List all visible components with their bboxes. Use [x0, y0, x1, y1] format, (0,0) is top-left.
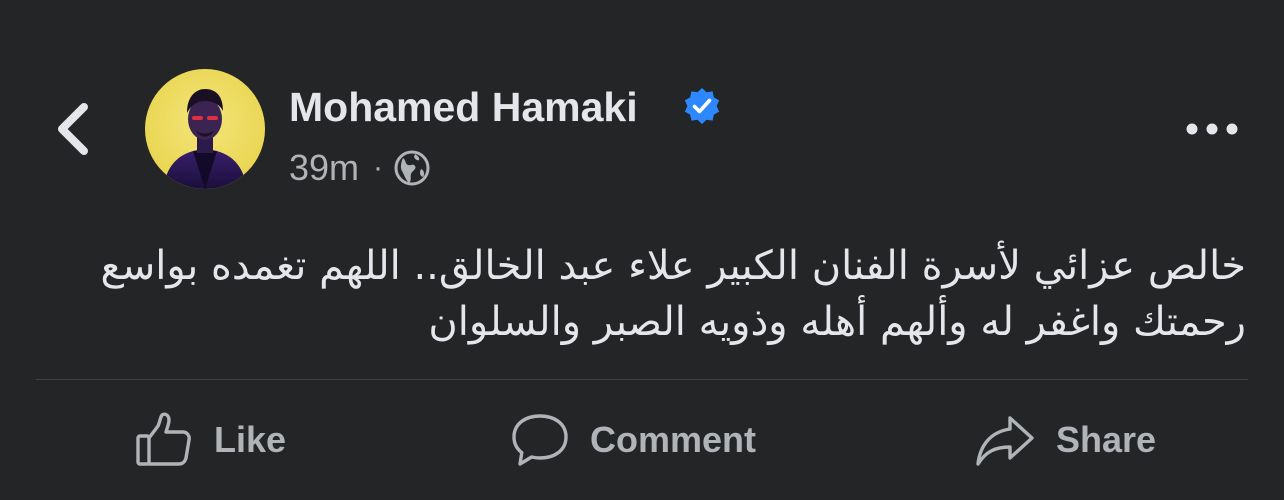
divider [36, 379, 1248, 380]
share-button[interactable]: Share [974, 404, 1156, 476]
more-options-button[interactable] [1180, 108, 1244, 150]
chevron-left-icon [58, 103, 88, 155]
avatar[interactable] [145, 69, 265, 189]
post-body-text: خالص عزائي لأسرة الفنان الكبير علاء عبد … [46, 238, 1247, 350]
comment-bubble-icon [512, 414, 568, 466]
post-meta: 39m · [289, 146, 431, 190]
share-label: Share [1056, 419, 1157, 460]
like-button[interactable]: Like [134, 404, 286, 476]
comment-label: Comment [590, 419, 757, 460]
author-name[interactable]: Mohamed Hamaki [289, 84, 638, 130]
thumbs-up-icon [136, 412, 191, 466]
post-text-line: خالص عزائي لأسرة الفنان الكبير علاء عبد … [100, 243, 1247, 289]
profile-photo [145, 69, 265, 189]
meta-separator: · [373, 151, 384, 184]
comment-button[interactable]: Comment [510, 404, 756, 476]
back-button[interactable] [44, 96, 104, 162]
verified-badge-icon [684, 88, 720, 124]
post-text-line: رحمتك واغفر له وألهم أهله وذويه الصبر وا… [428, 299, 1246, 345]
like-label: Like [214, 419, 287, 460]
post-screen: Mohamed Hamaki 39m · خالص عزائي لأسرة ال… [0, 0, 1284, 500]
more-horizontal-icon [1186, 123, 1238, 135]
globe-icon[interactable] [393, 149, 431, 187]
share-arrow-icon [976, 416, 1034, 466]
post-timestamp[interactable]: 39m [289, 146, 359, 190]
